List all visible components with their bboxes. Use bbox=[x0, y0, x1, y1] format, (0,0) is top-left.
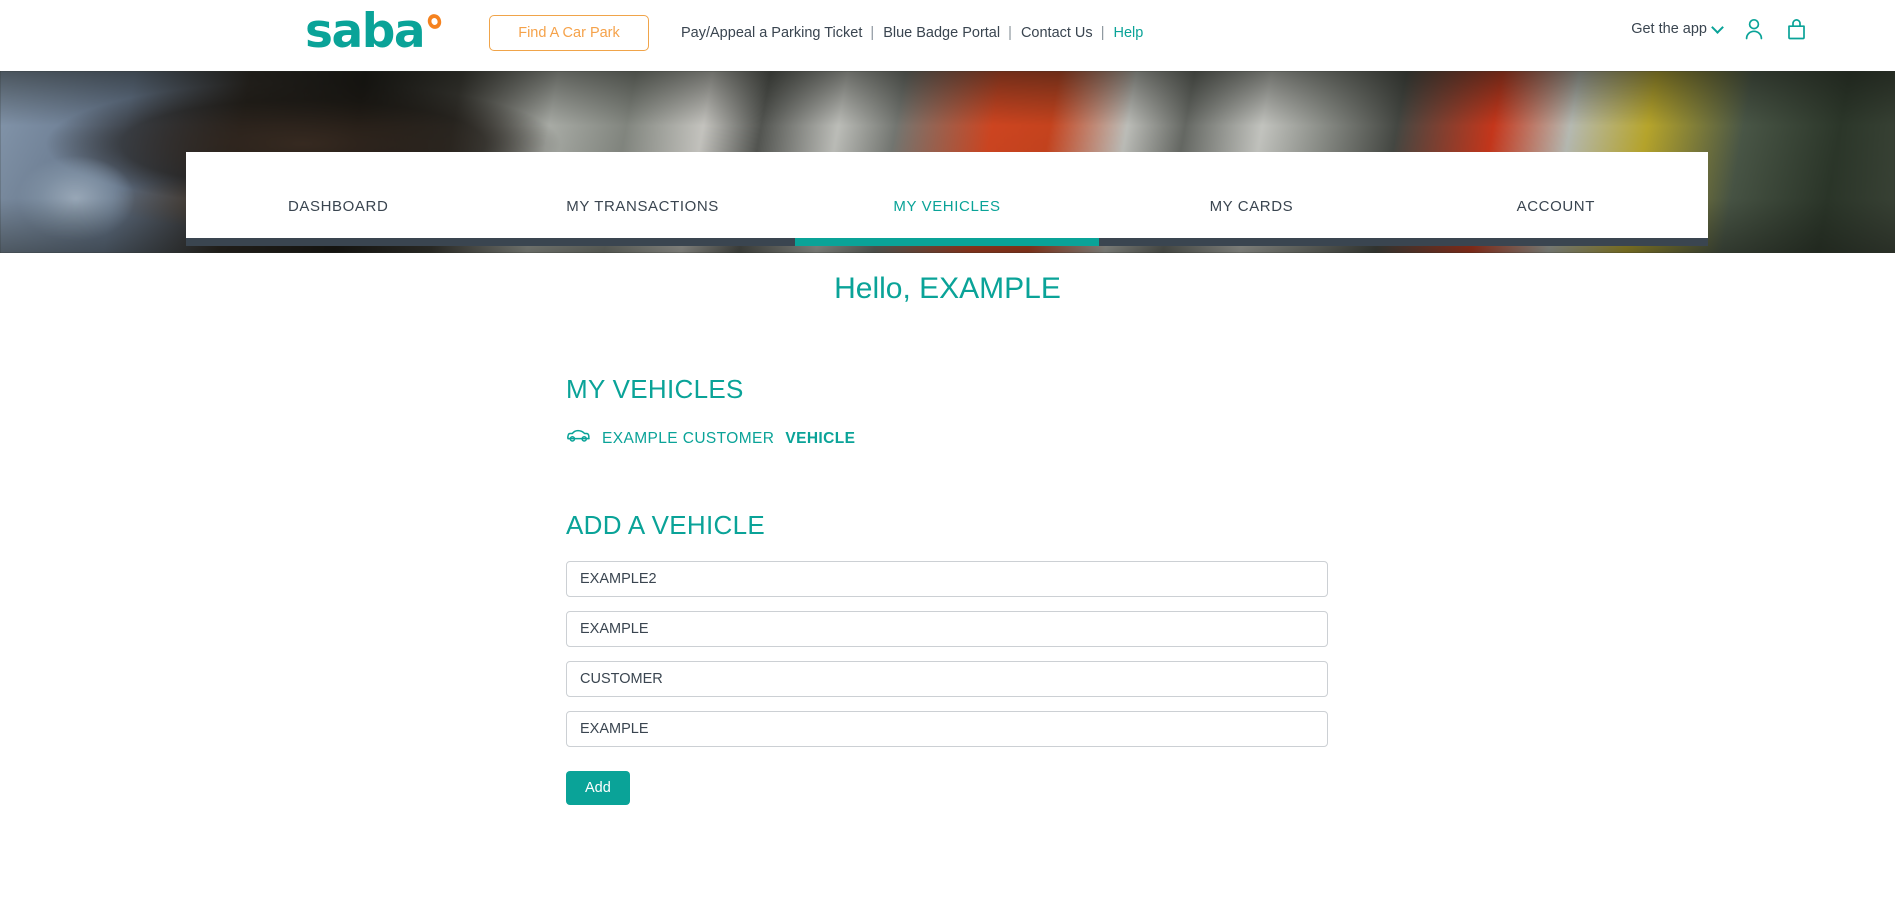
tab-my-transactions[interactable]: MY TRANSACTIONS bbox=[490, 176, 794, 215]
nav-separator-1: | bbox=[870, 25, 875, 41]
get-the-app-dropdown[interactable]: Get the app bbox=[1631, 20, 1724, 37]
page-title: Hello, EXAMPLE bbox=[834, 272, 1061, 305]
vehicle-field-4[interactable] bbox=[566, 711, 1328, 747]
tab-underline-dashboard bbox=[186, 238, 491, 246]
header-nav-links: Pay/Appeal a Parking Ticket | Blue Badge… bbox=[681, 25, 1143, 41]
vehicle-list-item[interactable]: EXAMPLE CUSTOMER VEHICLE bbox=[566, 429, 1328, 448]
tab-my-cards[interactable]: MY CARDS bbox=[1099, 176, 1403, 215]
tab-underline-account bbox=[1403, 238, 1709, 246]
main-content: Hello, EXAMPLE MY VEHICLES EXAMPLE CUSTO… bbox=[0, 260, 1895, 805]
tab-my-vehicles[interactable]: MY VEHICLES bbox=[795, 176, 1099, 215]
tab-underline-my-transactions bbox=[490, 238, 795, 246]
logo-orange-o-icon bbox=[425, 12, 444, 31]
nav-separator-3: | bbox=[1100, 25, 1105, 41]
vehicle-field-2[interactable] bbox=[566, 611, 1328, 647]
account-tab-panel: DASHBOARD MY TRANSACTIONS MY VEHICLES MY… bbox=[186, 152, 1709, 246]
vehicle-field-1[interactable] bbox=[566, 561, 1328, 597]
nav-link-blue-badge-portal[interactable]: Blue Badge Portal bbox=[883, 25, 1000, 41]
tab-underline-bar bbox=[186, 238, 1709, 246]
add-a-vehicle-heading: ADD A VEHICLE bbox=[566, 510, 765, 540]
vehicle-name-bold: VEHICLE bbox=[785, 429, 856, 447]
my-vehicles-heading: MY VEHICLES bbox=[566, 374, 744, 404]
vehicle-name: EXAMPLE CUSTOMER bbox=[602, 429, 775, 447]
vehicle-field-3[interactable] bbox=[566, 661, 1328, 697]
find-a-car-park-button[interactable]: Find A Car Park bbox=[489, 15, 649, 51]
content-column: MY VEHICLES EXAMPLE CUSTOMER VEHICLE ADD… bbox=[566, 374, 1328, 805]
header-right-group: Get the app bbox=[1631, 18, 1807, 40]
user-icon[interactable] bbox=[1744, 18, 1764, 40]
nav-link-pay-appeal[interactable]: Pay/Appeal a Parking Ticket bbox=[681, 25, 862, 41]
chevron-down-icon bbox=[1711, 20, 1724, 34]
tab-dashboard[interactable]: DASHBOARD bbox=[186, 176, 490, 215]
tab-list: DASHBOARD MY TRANSACTIONS MY VEHICLES MY… bbox=[186, 152, 1708, 238]
tab-underline-my-cards bbox=[1099, 238, 1404, 246]
car-icon bbox=[566, 429, 591, 448]
add-vehicle-button[interactable]: Add bbox=[566, 771, 630, 805]
nav-link-help[interactable]: Help bbox=[1114, 25, 1144, 41]
site-header: saba Find A Car Park Pay/Appeal a Parkin… bbox=[0, 0, 1895, 71]
get-the-app-label: Get the app bbox=[1631, 21, 1707, 37]
tab-account[interactable]: ACCOUNT bbox=[1404, 176, 1708, 215]
basket-icon[interactable] bbox=[1786, 18, 1807, 40]
logo-text: saba bbox=[305, 4, 426, 59]
page-root: saba Find A Car Park Pay/Appeal a Parkin… bbox=[0, 0, 1895, 908]
saba-logo[interactable]: saba bbox=[305, 4, 444, 59]
tab-underline-my-vehicles bbox=[794, 238, 1100, 246]
nav-separator-2: | bbox=[1008, 25, 1012, 41]
nav-link-contact-us[interactable]: Contact Us bbox=[1021, 25, 1093, 41]
